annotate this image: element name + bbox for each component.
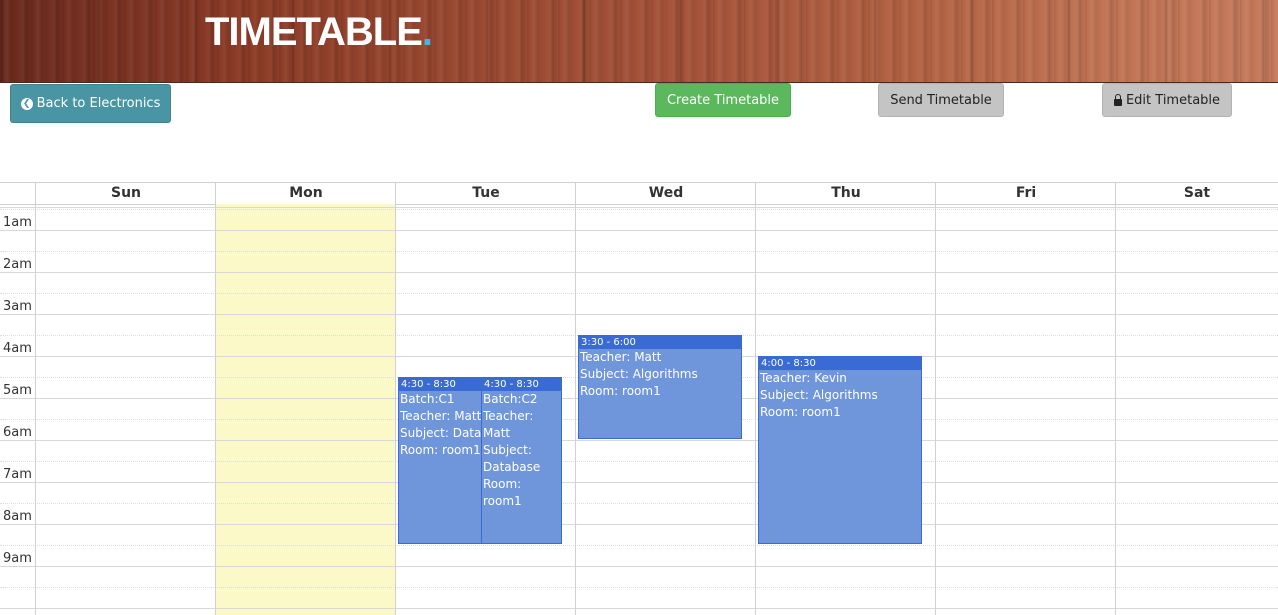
edit-timetable-button[interactable]: Edit Timetable <box>1102 83 1232 117</box>
day-header-sun: Sun <box>35 183 216 204</box>
event-teacher: Teacher: Matt <box>580 350 662 364</box>
day-header-tue: Tue <box>395 183 576 204</box>
calendar-grid[interactable]: 1am 2am 3am 4am 5am 6am 7am 8am 9am 4:30… <box>0 204 1278 615</box>
event-subject: Subject: Database <box>483 443 541 474</box>
time-label-5am: 5am <box>3 383 32 398</box>
event-tue-batch-c2[interactable]: 4:30 - 8:30 Batch:C2 Teacher: Matt Subje… <box>481 377 562 544</box>
column-divider <box>35 204 36 615</box>
create-timetable-button[interactable]: Create Timetable <box>655 83 791 117</box>
time-label-2am: 2am <box>3 257 32 272</box>
event-wed-algorithms[interactable]: 3:30 - 6:00 Teacher: Matt Subject: Algor… <box>578 335 742 439</box>
day-header-sat: Sat <box>1115 183 1278 204</box>
hour-line <box>0 207 1278 208</box>
send-timetable-button[interactable]: Send Timetable <box>878 83 1004 117</box>
hour-line <box>0 272 1278 273</box>
calendar: Sun Mon Tue Wed Thu Fri Sat 1am 2am 3am … <box>0 182 1278 615</box>
event-thu-algorithms[interactable]: 4:00 - 8:30 Teacher: Kevin Subject: Algo… <box>758 356 922 544</box>
hour-line <box>0 608 1278 609</box>
half-hour-line <box>0 293 1278 294</box>
lock-icon <box>1113 93 1122 106</box>
hour-line <box>0 440 1278 441</box>
column-divider <box>755 204 756 615</box>
edit-button-label: Edit Timetable <box>1125 92 1221 108</box>
header-banner: TIMETABLE. <box>0 0 1278 83</box>
event-time: 4:30 - 8:30 <box>482 378 561 391</box>
time-label-1am: 1am <box>3 215 32 230</box>
event-teacher: Teacher: Kevin <box>760 371 847 385</box>
time-label-6am: 6am <box>3 425 32 440</box>
time-label-8am: 8am <box>3 509 32 524</box>
event-room: Room: room1 <box>400 443 481 457</box>
half-hour-line <box>0 461 1278 462</box>
event-room: Room: room1 <box>580 384 661 398</box>
back-button-label: Back to Electronics <box>36 96 161 111</box>
half-hour-line <box>0 209 1278 210</box>
time-label-7am: 7am <box>3 467 32 482</box>
day-header-wed: Wed <box>575 183 756 204</box>
half-hour-line <box>0 503 1278 504</box>
time-label-3am: 3am <box>3 299 32 314</box>
event-subject: Subject: Algorithms <box>580 367 698 381</box>
event-batch: Batch:C2 <box>483 392 538 406</box>
event-tue-batch-c1[interactable]: 4:30 - 8:30 Batch:C1 Teacher: Matt Subje… <box>398 377 482 544</box>
column-divider <box>395 204 396 615</box>
calendar-day-headers: Sun Mon Tue Wed Thu Fri Sat <box>0 182 1278 205</box>
half-hour-line <box>0 251 1278 252</box>
column-divider <box>935 204 936 615</box>
event-time: 3:30 - 6:00 <box>579 336 741 349</box>
column-divider <box>215 204 216 615</box>
hour-line <box>0 524 1278 525</box>
hour-line <box>0 566 1278 567</box>
back-to-electronics-button[interactable]: ❮ Back to Electronics <box>10 84 171 123</box>
event-teacher: Teacher: Matt <box>483 409 534 440</box>
send-button-label: Send Timetable <box>890 92 992 108</box>
event-room: Room: room1 <box>483 477 522 508</box>
event-time: 4:00 - 8:30 <box>759 357 921 370</box>
today-highlight <box>216 204 395 615</box>
title-dot: . <box>421 10 433 54</box>
time-label-4am: 4am <box>3 341 32 356</box>
day-header-thu: Thu <box>755 183 936 204</box>
event-room: Room: room1 <box>760 405 841 419</box>
arrow-left-circle-icon: ❮ <box>20 97 33 110</box>
event-time: 4:30 - 8:30 <box>399 378 481 391</box>
column-divider <box>575 204 576 615</box>
half-hour-line <box>0 587 1278 588</box>
column-divider <box>1115 204 1116 615</box>
half-hour-line <box>0 545 1278 546</box>
event-batch: Batch:C1 <box>400 392 455 406</box>
hour-line <box>0 230 1278 231</box>
page-title: TIMETABLE. <box>205 10 433 54</box>
event-teacher: Teacher: Matt <box>400 409 481 423</box>
day-header-mon: Mon <box>215 183 396 204</box>
event-subject: Subject: Algorithms <box>760 388 878 402</box>
event-subject: Subject: Database <box>400 426 481 440</box>
create-button-label: Create Timetable <box>666 92 780 108</box>
hour-line <box>0 314 1278 315</box>
hour-line <box>0 482 1278 483</box>
time-label-9am: 9am <box>3 551 32 566</box>
day-header-fri: Fri <box>935 183 1116 204</box>
